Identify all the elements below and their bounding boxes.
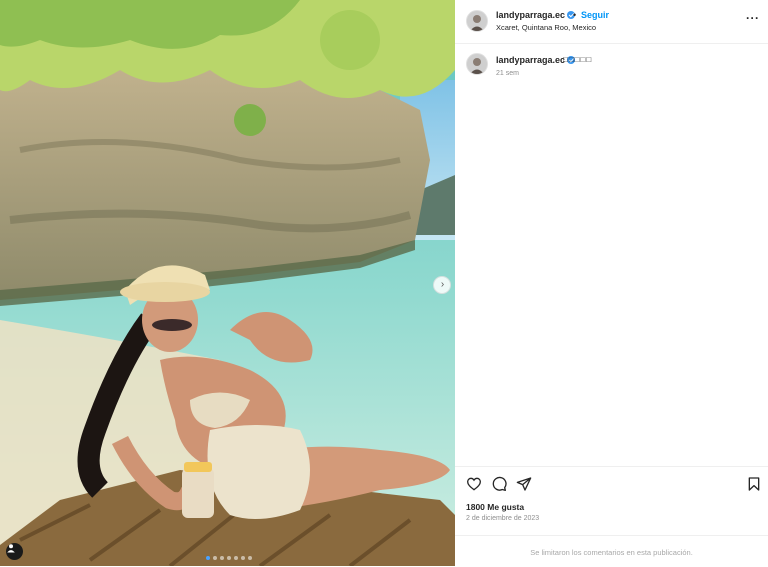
heart-icon [466, 477, 482, 491]
follow-button[interactable]: Seguir [581, 10, 609, 20]
profile-avatar-image [467, 11, 487, 31]
comment-button[interactable] [491, 476, 507, 492]
carousel-dot [234, 556, 238, 560]
username-text[interactable]: landyparraga.ec [496, 55, 565, 65]
carousel-dot [213, 556, 217, 560]
carousel-dot [206, 556, 210, 560]
carousel-dot [220, 556, 224, 560]
post-header: landyparraga.ec • Seguir Xcaret, Quintan… [455, 0, 768, 44]
profile-avatar-image [467, 54, 487, 74]
comments-disabled-notice: Se limitaron los comentarios en esta pub… [455, 535, 768, 567]
post-date[interactable]: 2 de diciembre de 2023 [466, 515, 539, 522]
separator-dot: • [573, 10, 577, 20]
comment-icon [492, 476, 507, 491]
carousel-dot [227, 556, 231, 560]
carousel-indicator [206, 556, 252, 560]
action-bar [455, 466, 768, 501]
carousel-dot [248, 556, 252, 560]
post-location[interactable]: Xcaret, Quintana Roo, Mexico [496, 23, 596, 32]
share-icon [516, 477, 532, 491]
user-tag-icon [7, 544, 15, 553]
header-username[interactable]: landyparraga.ec [496, 10, 576, 20]
beach-photo-illustration [0, 0, 455, 566]
carousel-dot [241, 556, 245, 560]
likes-count[interactable]: 1800 Me gusta [466, 502, 524, 512]
post-photo[interactable]: › [0, 0, 455, 566]
username-text[interactable]: landyparraga.ec [496, 10, 565, 20]
share-button[interactable] [516, 476, 532, 492]
chevron-right-icon: › [440, 279, 445, 290]
tagged-users-button[interactable] [6, 543, 23, 560]
more-options-icon[interactable]: ··· [746, 11, 760, 25]
carousel-next-button[interactable]: › [433, 276, 451, 294]
save-button[interactable] [746, 476, 762, 492]
like-button[interactable] [466, 476, 482, 492]
caption-timestamp[interactable]: 21 sem [496, 70, 519, 77]
post-details-panel: landyparraga.ec • Seguir Xcaret, Quintan… [455, 0, 768, 566]
bookmark-icon [748, 477, 760, 491]
avatar[interactable] [466, 10, 488, 32]
comments-disabled-text: Se limitaron los comentarios en esta pub… [530, 548, 693, 557]
instagram-post-view: › landyparraga.ec • Seguir Xcaret, Quint… [0, 0, 768, 566]
caption-avatar[interactable] [466, 53, 488, 75]
caption-text: □□□□□ [563, 55, 593, 64]
